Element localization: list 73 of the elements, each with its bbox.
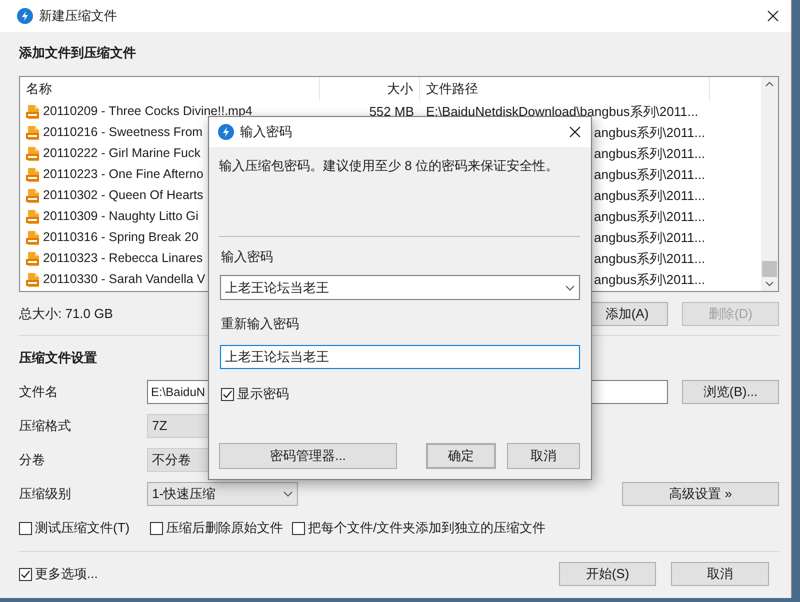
file-path: angbus系列\2011... bbox=[594, 166, 706, 184]
cancel-button[interactable]: 取消 bbox=[507, 443, 580, 469]
password-manager-button[interactable]: 密码管理器... bbox=[219, 443, 397, 469]
scroll-up-icon[interactable] bbox=[765, 81, 774, 87]
video-file-icon bbox=[25, 208, 41, 224]
field-label: 输入密码 bbox=[220, 249, 274, 265]
file-path: angbus系列\2011... bbox=[594, 228, 706, 247]
dropdown[interactable]: 1-快速压缩 bbox=[147, 482, 298, 506]
close-icon[interactable] bbox=[767, 10, 779, 22]
browse-button[interactable]: 浏览(B)... bbox=[682, 380, 779, 404]
start-button[interactable]: 开始(S) bbox=[559, 562, 656, 586]
chevron-down-icon bbox=[565, 284, 575, 290]
file-path: E:\BaiduNetdiskDownload\bangbus系列\2011... bbox=[426, 102, 698, 121]
total-size: 总大小: 71.0 GB bbox=[19, 305, 113, 324]
file-path: angbus系列\2011... bbox=[594, 250, 706, 268]
password-field[interactable]: 上老王论坛当老王 bbox=[220, 275, 580, 300]
video-file-icon bbox=[25, 104, 41, 120]
section-heading: 压缩文件设置 bbox=[19, 349, 97, 367]
file-name: 20110209 - Three Cocks Divine!!.mp4 bbox=[43, 103, 252, 120]
video-file-icon bbox=[25, 272, 41, 288]
video-file-icon bbox=[25, 166, 41, 182]
field-label: 压缩格式 bbox=[19, 417, 71, 436]
scroll-down-icon[interactable] bbox=[765, 281, 774, 287]
checkbox-label: 更多选项... bbox=[35, 566, 98, 582]
section-heading: 添加文件到压缩文件 bbox=[19, 44, 136, 62]
window-title: 新建压缩文件 bbox=[39, 7, 117, 26]
checkbox[interactable] bbox=[19, 568, 32, 580]
field-label: 文件名 bbox=[19, 383, 58, 402]
field-label: 分卷 bbox=[19, 451, 45, 470]
file-name: 20110309 - Naughty Litto Gi bbox=[43, 208, 198, 226]
video-file-icon bbox=[25, 230, 41, 246]
column-header[interactable]: 文件路径 bbox=[420, 77, 710, 101]
field-label: 重新输入密码 bbox=[220, 316, 300, 332]
scroll-thumb[interactable] bbox=[762, 261, 777, 277]
file-name: 20110216 - Sweetness From bbox=[43, 124, 203, 142]
checkbox[interactable] bbox=[292, 522, 305, 534]
file-path: angbus系列\2011... bbox=[594, 208, 706, 226]
dialog-title: 输入密码 bbox=[240, 123, 292, 142]
file-name: 20110323 - Rebecca Linares bbox=[43, 250, 203, 268]
app-logo-icon bbox=[218, 124, 234, 140]
chevron-down-icon bbox=[283, 491, 293, 497]
scrollbar[interactable] bbox=[761, 77, 778, 291]
checkbox[interactable] bbox=[19, 522, 32, 534]
checkbox-label: 把每个文件/文件夹添加到独立的压缩文件 bbox=[308, 520, 546, 536]
file-path: angbus系列\2011... bbox=[594, 144, 706, 163]
file-size: 552 MB bbox=[369, 102, 414, 121]
file-name: 20110330 - Sarah Vandella V bbox=[43, 271, 206, 288]
close-icon[interactable] bbox=[569, 126, 581, 138]
checkbox-label: 测试压缩文件(T) bbox=[35, 520, 130, 536]
checkbox[interactable] bbox=[150, 522, 163, 534]
field-label: 压缩级别 bbox=[19, 485, 71, 504]
cancel-button[interactable]: 取消 bbox=[671, 562, 769, 586]
confirm-password-field[interactable]: 上老王论坛当老王 bbox=[220, 345, 580, 369]
file-path: angbus系列\2011... bbox=[594, 270, 706, 289]
file-name: 20110222 - Girl Marine Fuck bbox=[43, 145, 200, 162]
dialog-description: 输入压缩包密码。建议使用至少 8 位的密码来保证安全性。 bbox=[219, 158, 560, 174]
file-name: 20110316 - Spring Break 20 bbox=[43, 229, 198, 246]
video-file-icon bbox=[25, 250, 41, 266]
file-path: angbus系列\2011... bbox=[594, 124, 706, 142]
checkbox[interactable] bbox=[221, 388, 234, 400]
file-name: 20110302 - Queen Of Hearts bbox=[43, 187, 204, 204]
checkbox-label: 压缩后删除原始文件 bbox=[166, 520, 283, 536]
video-file-icon bbox=[25, 146, 41, 162]
video-file-icon bbox=[25, 188, 41, 204]
column-header[interactable]: 名称 bbox=[20, 77, 320, 101]
app-logo-icon bbox=[17, 8, 33, 24]
advanced-settings-button[interactable]: 高级设置 » bbox=[622, 482, 779, 506]
video-file-icon bbox=[25, 124, 41, 140]
file-name: 20110223 - One Fine Afterno bbox=[43, 166, 204, 184]
checkbox-label: 显示密码 bbox=[237, 386, 289, 402]
file-path: angbus系列\2011... bbox=[594, 186, 706, 205]
ok-button[interactable]: 确定 bbox=[426, 443, 496, 469]
column-header[interactable]: 大小 bbox=[320, 77, 420, 101]
